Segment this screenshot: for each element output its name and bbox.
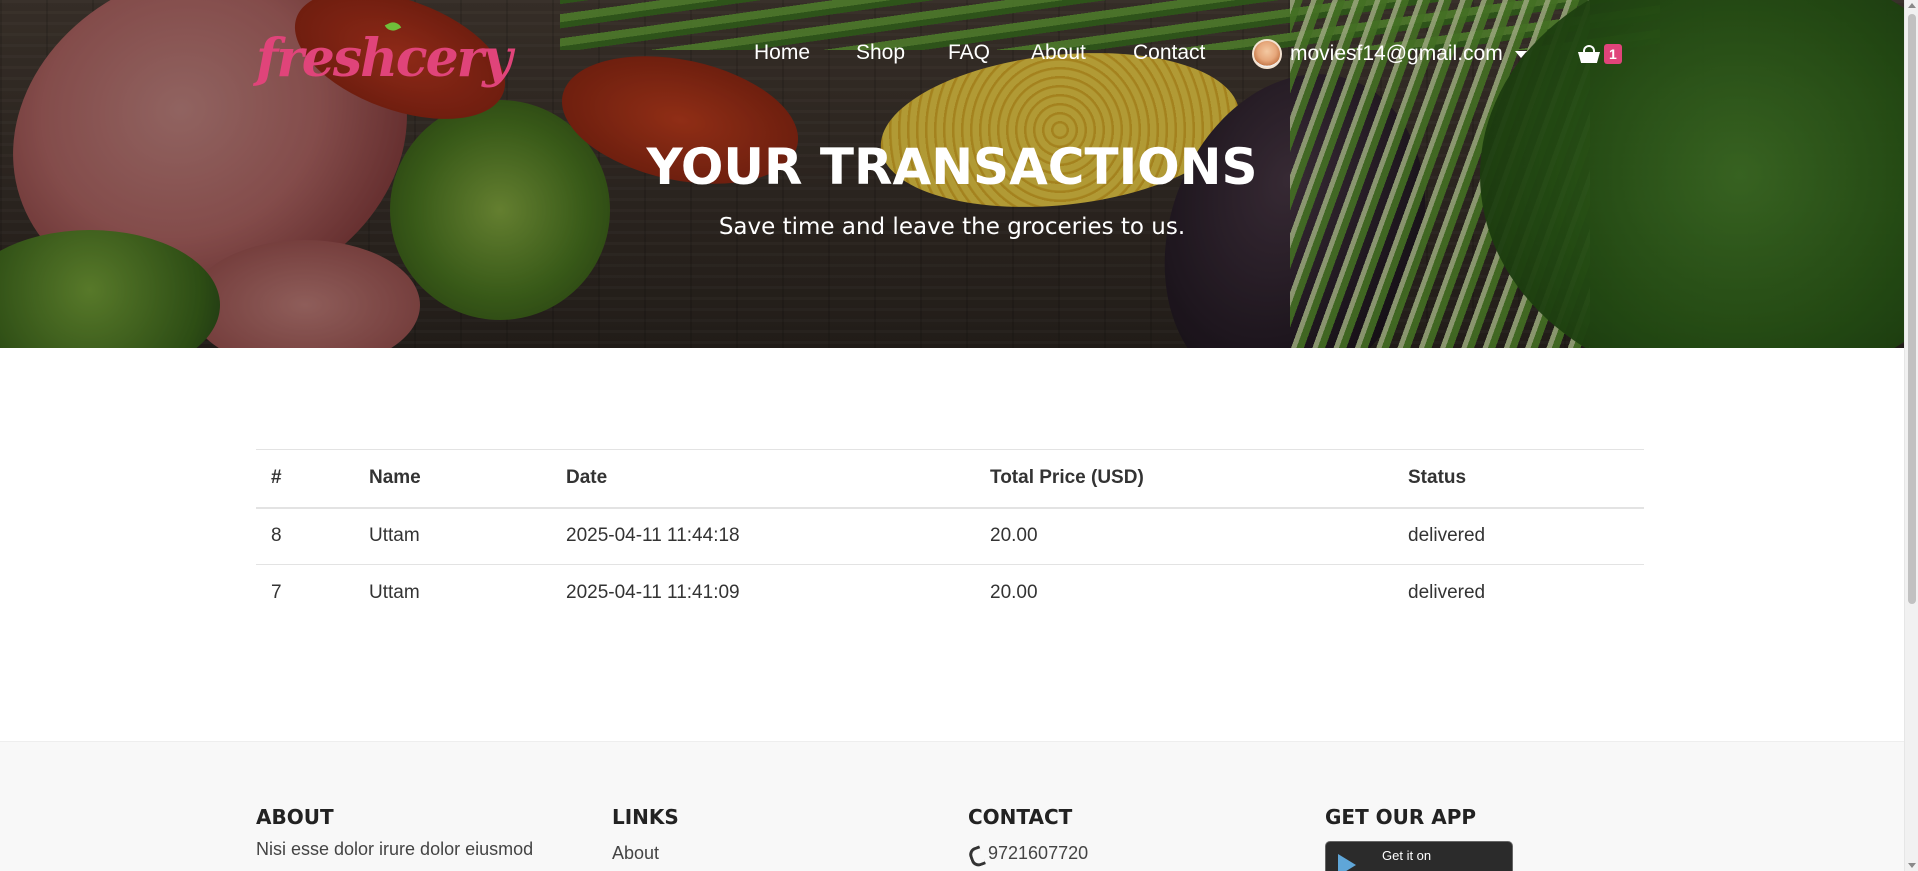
footer-phone-number: 9721607720 xyxy=(988,843,1089,863)
basket-icon xyxy=(1578,45,1600,63)
cell-total-price: 20.00 xyxy=(975,507,1393,565)
cell-date: 2025-04-11 11:41:09 xyxy=(566,582,740,604)
nav-home-link[interactable]: Home xyxy=(754,36,810,70)
page-subtitle: Save time and leave the groceries to us. xyxy=(718,214,1186,240)
hero-banner: freshcery Home Shop FAQ About Contact mo… xyxy=(0,0,1904,348)
chevron-down-icon xyxy=(1514,50,1527,58)
footer-links-section: LINKS About xyxy=(612,805,679,864)
column-header-status: Status xyxy=(1393,449,1644,509)
footer-about-heading: ABOUT xyxy=(256,805,334,829)
footer-app-section: GET OUR APP Get it on xyxy=(1325,805,1513,871)
nav-faq-link[interactable]: FAQ xyxy=(948,36,990,70)
column-header-total-price: Total Price (USD) xyxy=(975,449,1393,509)
logo-text: freshcery xyxy=(256,28,512,89)
scroll-up-arrow-icon[interactable] xyxy=(1908,3,1916,8)
phone-icon xyxy=(968,846,982,862)
footer-about-text: Nisi esse dolor irure dolor eiusmod xyxy=(256,839,534,859)
footer-contact-heading: CONTACT xyxy=(968,805,1073,829)
footer-links-heading: LINKS xyxy=(612,805,679,829)
footer-phone: 9721607720 xyxy=(968,843,1088,864)
cart-button[interactable]: 1 xyxy=(1578,42,1622,66)
cell-total-price: 20.00 xyxy=(990,582,1038,604)
cell-status: delivered xyxy=(1393,507,1644,565)
store-button-text: Get it on xyxy=(1382,848,1432,863)
table-row: 7 Uttam 2025-04-11 11:41:09 20.00 delive… xyxy=(256,565,1644,622)
site-footer: ABOUT Nisi esse dolor irure dolor eiusmo… xyxy=(0,741,1904,871)
transactions-table-container: # Name Date Total Price (USD) Status 8 U… xyxy=(256,449,1644,622)
play-store-icon xyxy=(1338,854,1356,871)
transactions-table: # Name Date Total Price (USD) Status 8 U… xyxy=(256,449,1644,622)
user-menu-dropdown[interactable]: moviesf14@gmail.com xyxy=(1252,38,1527,70)
column-header-number: # xyxy=(256,449,354,509)
footer-contact-section: CONTACT 9721607720 xyxy=(968,805,1088,864)
footer-about-link[interactable]: About xyxy=(612,843,679,864)
table-row: 8 Uttam 2025-04-11 11:44:18 20.00 delive… xyxy=(256,507,1644,565)
avatar xyxy=(1252,39,1282,69)
cell-number: 8 xyxy=(256,507,354,565)
cell-name: Uttam xyxy=(354,507,551,565)
user-email: moviesf14@gmail.com xyxy=(1290,42,1503,65)
scroll-down-arrow-icon[interactable] xyxy=(1908,863,1916,868)
site-logo[interactable]: freshcery xyxy=(256,19,512,94)
nav-about-link[interactable]: About xyxy=(1031,36,1086,70)
nav-shop-link[interactable]: Shop xyxy=(856,36,905,70)
column-header-date: Date xyxy=(551,449,975,509)
google-play-button[interactable]: Get it on xyxy=(1325,841,1513,871)
cell-number: 7 xyxy=(271,582,282,604)
table-header-row: # Name Date Total Price (USD) Status xyxy=(256,449,1644,509)
page-title: YOUR TRANSACTIONS xyxy=(646,138,1258,196)
cell-date: 2025-04-11 11:44:18 xyxy=(551,507,975,565)
footer-app-heading: GET OUR APP xyxy=(1325,805,1477,829)
column-header-name: Name xyxy=(354,449,551,509)
nav-contact-link[interactable]: Contact xyxy=(1133,36,1205,70)
cell-status: delivered xyxy=(1408,582,1486,604)
cell-name: Uttam xyxy=(369,582,420,604)
footer-about-section: ABOUT Nisi esse dolor irure dolor eiusmo… xyxy=(256,805,533,860)
scrollbar-thumb[interactable] xyxy=(1908,14,1916,604)
page-scrollbar[interactable] xyxy=(1904,0,1918,871)
cart-count-badge: 1 xyxy=(1604,44,1622,64)
